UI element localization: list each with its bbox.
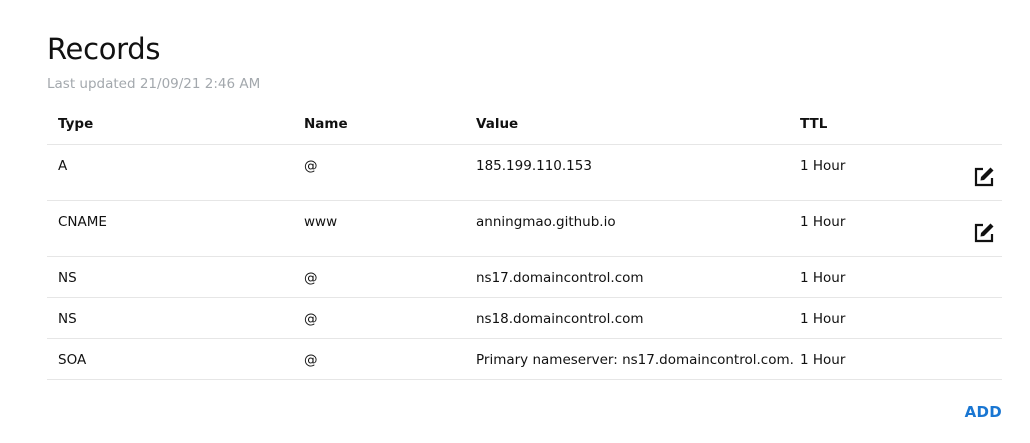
column-header-value: Value [465, 104, 789, 145]
record-ttl: 1 Hour [789, 144, 917, 201]
edit-icon[interactable] [972, 221, 996, 245]
record-name: www [293, 200, 465, 257]
table-row: CNAME www anningmao.github.io 1 Hour [47, 200, 1002, 257]
record-name: @ [293, 144, 465, 201]
record-type: CNAME [47, 200, 293, 257]
record-value: anningmao.github.io [465, 200, 789, 257]
table-row: A @ 185.199.110.153 1 Hour [47, 144, 1002, 201]
record-name: @ [293, 297, 465, 339]
page-title: Records [47, 32, 161, 67]
record-actions [917, 200, 1002, 257]
record-type: A [47, 144, 293, 201]
record-ttl: 1 Hour [789, 256, 917, 298]
table-row: SOA @ Primary nameserver: ns17.domaincon… [47, 338, 1002, 380]
record-value: 185.199.110.153 [465, 144, 789, 201]
record-type: SOA [47, 338, 293, 380]
record-value: ns17.domaincontrol.com [465, 256, 789, 298]
last-updated-text: Last updated 21/09/21 2:46 AM [47, 76, 261, 92]
record-actions [917, 256, 1002, 298]
edit-icon[interactable] [972, 165, 996, 189]
record-name: @ [293, 256, 465, 298]
record-actions [917, 338, 1002, 380]
column-header-ttl: TTL [789, 104, 917, 145]
table-row: NS @ ns17.domaincontrol.com 1 Hour [47, 256, 1002, 298]
record-type: NS [47, 297, 293, 339]
record-value: ns18.domaincontrol.com [465, 297, 789, 339]
record-actions [917, 297, 1002, 339]
record-type: NS [47, 256, 293, 298]
record-value: Primary nameserver: ns17.domaincontrol.c… [465, 338, 794, 380]
column-header-actions [917, 104, 1002, 145]
record-ttl: 1 Hour [789, 200, 917, 257]
record-actions [917, 144, 1002, 201]
record-ttl: 1 Hour [789, 338, 917, 380]
add-record-button[interactable]: ADD [965, 403, 1002, 421]
column-header-name: Name [293, 104, 465, 145]
record-ttl: 1 Hour [789, 297, 917, 339]
table-row: NS @ ns18.domaincontrol.com 1 Hour [47, 297, 1002, 339]
table-header-row: Type Name Value TTL [47, 104, 1002, 145]
record-name: @ [293, 338, 465, 380]
dns-records-table: Type Name Value TTL A @ 185.199.110.153 … [47, 104, 1002, 380]
column-header-type: Type [47, 104, 293, 145]
